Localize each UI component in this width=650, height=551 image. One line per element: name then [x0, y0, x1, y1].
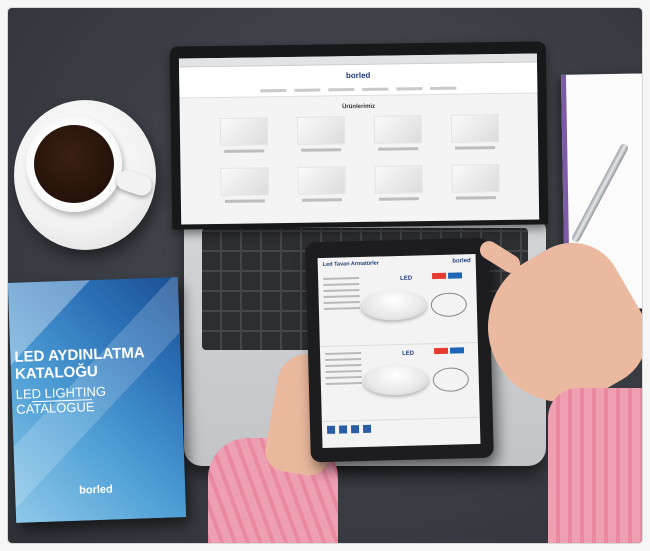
site-logo: borled [345, 70, 371, 80]
tablet: Led Tavan Armatürler borled LED LED [305, 237, 494, 463]
technical-drawing [430, 292, 468, 318]
laptop-screen: borled Ürünlerimiz [178, 53, 540, 225]
product-tile [441, 164, 509, 209]
product-tile [210, 167, 278, 212]
ceiling-light-image [362, 364, 430, 396]
feature-icon [338, 425, 348, 434]
product-caption [300, 148, 341, 152]
product-grid [180, 114, 539, 213]
tablet-logo: borled [452, 258, 471, 265]
tablet-footer-icons [322, 418, 481, 446]
product-thumbnail [296, 166, 346, 195]
technical-drawing [432, 367, 470, 393]
photo-frame: borled Ürünlerimiz LED AYDINLATMA KATALO… [8, 8, 642, 543]
product-caption [377, 147, 418, 151]
product-badge [449, 347, 465, 354]
product-badge [433, 347, 449, 355]
product-tile [210, 117, 278, 162]
product-badge [431, 272, 447, 280]
tablet-heading: Led Tavan Armatürler [322, 260, 380, 268]
product-thumbnail [219, 167, 269, 196]
product-caption [378, 197, 419, 201]
catalogue-title: LED AYDINLATMA KATALOĞU [14, 344, 145, 383]
nav-item [430, 86, 457, 90]
product-thumbnail [450, 114, 499, 143]
product-thumbnail [219, 117, 268, 146]
product-tile [364, 115, 432, 160]
tablet-product: LED [317, 267, 478, 348]
page-heading: Ürünlerimiz [342, 103, 376, 111]
nav-item [328, 88, 355, 92]
nav-item [260, 89, 287, 93]
ceiling-light-image [360, 289, 428, 321]
product-spec-lines [325, 352, 362, 389]
nav-item [396, 87, 423, 91]
product-caption [454, 146, 495, 150]
laptop-screen-bezel: borled Ürünlerimiz [169, 41, 549, 230]
catalogue-brand-logo: borled [78, 483, 113, 497]
catalogue-title-line: KATALOĞU [14, 362, 99, 383]
product-thumbnail [373, 115, 422, 144]
product-caption [223, 149, 264, 153]
product-badge [447, 272, 463, 279]
feature-icon [350, 425, 360, 434]
nav-item [362, 87, 389, 91]
tablet-screen: Led Tavan Armatürler borled LED LED [317, 253, 481, 449]
led-badge: LED [402, 350, 415, 357]
feature-icon [326, 425, 336, 434]
tablet-product: LED [319, 342, 480, 423]
catalogue-subtitle-line: CATALOGUE [16, 399, 95, 417]
led-badge: LED [400, 275, 413, 282]
product-caption [455, 196, 496, 200]
product-thumbnail [450, 164, 500, 193]
product-tile [441, 114, 509, 159]
product-tile [287, 166, 355, 211]
product-thumbnail [296, 116, 345, 145]
nav-item [294, 88, 321, 92]
right-sleeve [548, 388, 642, 543]
product-caption [224, 199, 265, 203]
coffee [34, 125, 114, 203]
feature-icon [362, 424, 372, 433]
product-tile [287, 116, 355, 161]
product-thumbnail [373, 165, 423, 194]
product-caption [301, 198, 342, 202]
product-spec-lines [323, 277, 360, 314]
product-tile [364, 165, 432, 210]
catalogue-booklet: LED AYDINLATMA KATALOĞU LED LIGHTING CAT… [8, 277, 187, 523]
